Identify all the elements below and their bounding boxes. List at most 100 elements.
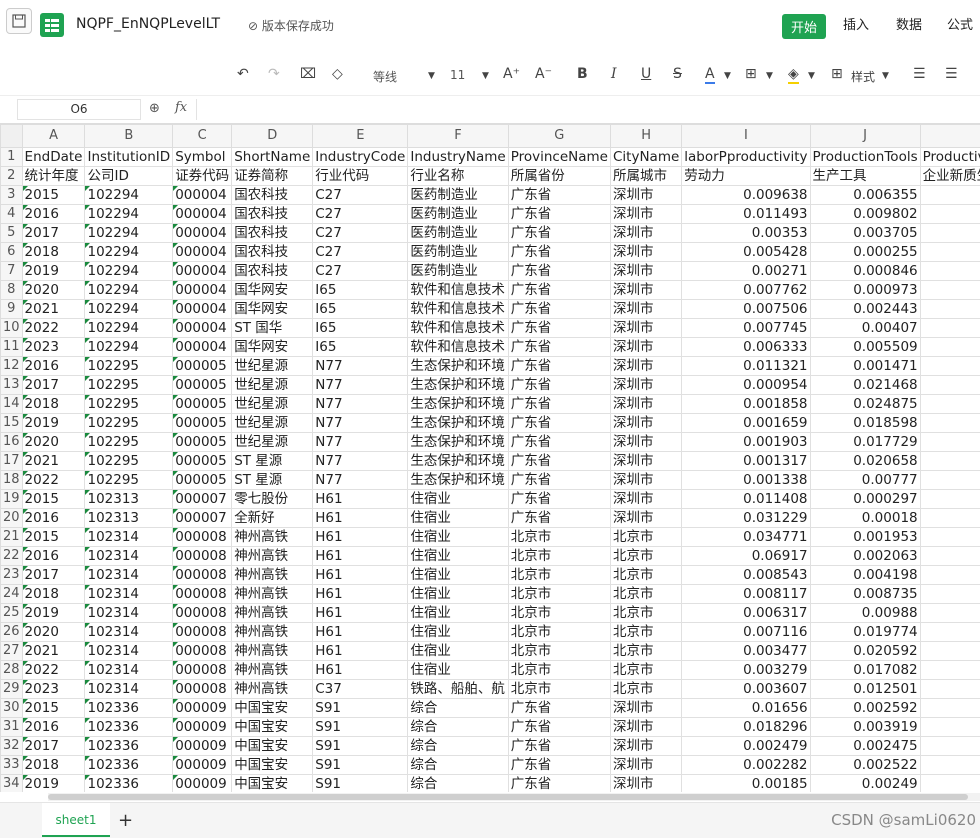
row-header[interactable]: 27 <box>0 641 23 661</box>
save-icon[interactable] <box>6 8 32 34</box>
cell[interactable]: 深圳市 <box>609 432 683 452</box>
chevron-down-icon[interactable]: ▼ <box>482 71 489 81</box>
cell[interactable]: 0.005703 <box>919 337 980 357</box>
cell[interactable]: 综合 <box>407 717 509 737</box>
cell[interactable]: 000004 <box>172 280 233 300</box>
font-size-select[interactable]: 11 <box>450 68 465 82</box>
cell[interactable]: 0.00353 <box>681 223 811 243</box>
border-icon[interactable]: ⊞ <box>745 66 757 82</box>
cell[interactable]: 深圳市 <box>609 774 683 792</box>
row-header[interactable]: 31 <box>0 717 23 737</box>
cell[interactable]: 102295 <box>84 375 174 395</box>
cell[interactable]: 行业名称 <box>407 166 509 186</box>
menu-start[interactable]: 开始 <box>782 14 827 39</box>
cell[interactable]: 2017 <box>21 736 86 756</box>
cell[interactable]: N77 <box>312 356 409 376</box>
cell[interactable]: Symbol <box>172 147 233 167</box>
align-left-icon[interactable]: ☰ <box>913 66 926 82</box>
cell[interactable]: H61 <box>312 565 409 585</box>
style-icon[interactable]: ⊞ <box>831 66 843 82</box>
cell[interactable]: EndDate <box>21 147 86 167</box>
cell[interactable]: S91 <box>312 717 409 737</box>
cell[interactable]: 102294 <box>84 280 174 300</box>
column-header[interactable]: F <box>407 124 509 148</box>
cell[interactable]: 2023 <box>21 679 86 699</box>
cell[interactable]: 000004 <box>172 261 233 281</box>
row-header[interactable]: 28 <box>0 660 23 680</box>
cell[interactable]: H61 <box>312 603 409 623</box>
cell[interactable]: 世纪星源 <box>231 413 314 433</box>
cell[interactable]: C27 <box>312 204 409 224</box>
row-header[interactable]: 1 <box>0 147 23 167</box>
cell[interactable]: 0.022285 <box>919 527 980 547</box>
cell[interactable]: 2018 <box>21 584 86 604</box>
cell[interactable]: ProductionTools <box>809 147 921 167</box>
cell[interactable]: 生态保护和环境 <box>407 451 509 471</box>
cell[interactable]: 北京市 <box>609 679 683 699</box>
cell[interactable]: 0.00018 <box>809 508 921 528</box>
cell[interactable]: 北京市 <box>507 527 611 547</box>
cell[interactable]: 2020 <box>21 622 86 642</box>
cell[interactable]: 0.031229 <box>681 508 811 528</box>
cell[interactable]: 102314 <box>84 565 174 585</box>
cell[interactable]: 北京市 <box>507 603 611 623</box>
cell[interactable]: 2020 <box>21 280 86 300</box>
cell[interactable]: 0.00271 <box>681 261 811 281</box>
cell[interactable]: 广东省 <box>507 223 611 243</box>
cell[interactable]: 102294 <box>84 223 174 243</box>
cell[interactable]: 广东省 <box>507 736 611 756</box>
cell[interactable]: 广东省 <box>507 261 611 281</box>
cell[interactable]: 2019 <box>21 261 86 281</box>
cell[interactable]: 0.001659 <box>681 413 811 433</box>
row-header[interactable]: 8 <box>0 280 23 300</box>
cell[interactable]: 生态保护和环境 <box>407 413 509 433</box>
cell[interactable]: 0.006317 <box>681 603 811 623</box>
cell[interactable]: 劳动力 <box>681 166 811 186</box>
cell[interactable]: 深圳市 <box>609 280 683 300</box>
chevron-down-icon[interactable]: ▼ <box>428 71 435 81</box>
cell[interactable]: 0.000973 <box>809 280 921 300</box>
cell[interactable]: 102294 <box>84 299 174 319</box>
cell[interactable]: 住宿业 <box>407 508 509 528</box>
cell[interactable]: 0.00249 <box>809 774 921 792</box>
column-header[interactable]: B <box>84 124 174 148</box>
cell[interactable]: 000008 <box>172 679 233 699</box>
cell[interactable]: 0.002479 <box>681 736 811 756</box>
cell[interactable]: I65 <box>312 299 409 319</box>
row-header[interactable]: 3 <box>0 185 23 205</box>
cell[interactable]: 000005 <box>172 470 233 490</box>
cell[interactable]: 0.019082 <box>919 508 980 528</box>
cell[interactable]: 0.001317 <box>681 451 811 471</box>
cell[interactable]: 广东省 <box>507 432 611 452</box>
cell[interactable]: 深圳市 <box>609 736 683 756</box>
cell[interactable]: 住宿业 <box>407 641 509 661</box>
cell[interactable]: H61 <box>312 660 409 680</box>
menu-formula[interactable]: 公式 <box>947 14 973 33</box>
cell[interactable]: 102314 <box>84 660 174 680</box>
scrollbar-thumb[interactable] <box>48 794 968 800</box>
cell[interactable]: 住宿业 <box>407 546 509 566</box>
cell[interactable]: I65 <box>312 280 409 300</box>
cell[interactable]: 深圳市 <box>609 489 683 509</box>
cell[interactable]: 北京市 <box>507 546 611 566</box>
column-header[interactable]: D <box>231 124 314 148</box>
cell[interactable]: 0.00718 <box>919 489 980 509</box>
cell[interactable]: 0.034771 <box>681 527 811 547</box>
cell[interactable]: 000008 <box>172 565 233 585</box>
cell[interactable]: 000008 <box>172 584 233 604</box>
cell[interactable]: 深圳市 <box>609 451 683 471</box>
cell[interactable]: 0.014076 <box>919 660 980 680</box>
cell[interactable]: 北京市 <box>507 641 611 661</box>
cell[interactable]: 102336 <box>84 736 174 756</box>
cell[interactable]: 0.005428 <box>681 242 811 262</box>
cell[interactable]: 广东省 <box>507 337 611 357</box>
cell[interactable]: 国华网安 <box>231 337 314 357</box>
row-header[interactable]: 23 <box>0 565 23 585</box>
cell[interactable]: 0.007745 <box>681 318 811 338</box>
cell[interactable]: 住宿业 <box>407 527 509 547</box>
cell[interactable]: 2016 <box>21 508 86 528</box>
cell[interactable]: 0.016443 <box>919 451 980 471</box>
cell[interactable]: 广东省 <box>507 451 611 471</box>
cell[interactable]: 2019 <box>21 774 86 792</box>
cell[interactable]: 0.00185 <box>681 774 811 792</box>
